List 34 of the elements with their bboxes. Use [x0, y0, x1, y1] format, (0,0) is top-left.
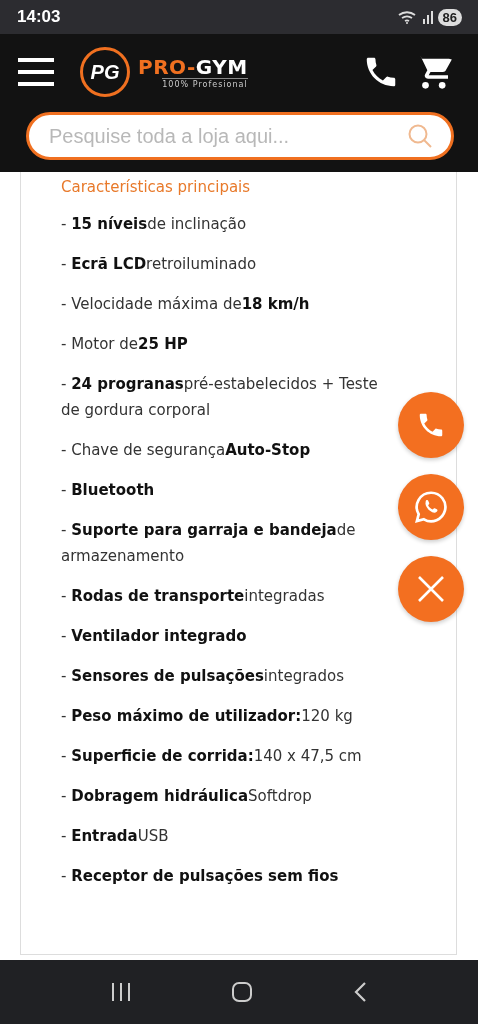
feature-item: - Velocidade máxima de18 km/h — [61, 294, 310, 315]
feature-item: - Superficie de corrida:140 x 47,5 cm — [61, 746, 362, 767]
search-field[interactable]: Pesquise toda a loja aqui... — [26, 112, 454, 160]
close-icon — [416, 574, 446, 604]
signal-icon — [421, 10, 434, 24]
feature-item: - 24 progranaspré-estabelecidos + Teste de gordura corporal — [61, 374, 379, 421]
feature-item: - Bluetooth — [61, 480, 155, 501]
wifi-icon — [397, 10, 418, 24]
logo-emblem[interactable]: PG — [80, 47, 130, 97]
call-button[interactable] — [398, 392, 464, 458]
back-icon[interactable] — [352, 981, 369, 1003]
home-icon[interactable] — [231, 981, 253, 1003]
battery-level: 86 — [437, 8, 462, 26]
feature-item: - Sensores de pulsaçõesintegrados — [61, 666, 345, 687]
brand-tagline: 100% Profesional — [162, 77, 248, 89]
feature-item: - Peso máximo de utilizador:120 kg — [61, 706, 353, 727]
feature-item: - EntradaUSB — [61, 826, 169, 847]
feature-item: - Rodas de transporteintegradas — [61, 586, 325, 607]
chat-bubble-icon — [413, 489, 449, 525]
chat-button[interactable] — [398, 474, 464, 540]
feature-item: - Motor de25 HP — [61, 334, 188, 355]
feature-item: - Dobragem hidráulicaSoftdrop — [61, 786, 312, 807]
brand-name: PRO-GYM — [138, 55, 248, 78]
feature-item: - Ecrã LCDretroiluminado — [61, 254, 257, 275]
feature-item: - 15 níveisde inclinação — [61, 214, 247, 235]
recents-icon[interactable] — [109, 982, 132, 1002]
feature-item: - Ventilador integrado — [61, 626, 247, 647]
feature-item: - Chave de segurançaAuto-Stop — [61, 440, 311, 461]
menu-icon[interactable] — [18, 57, 54, 87]
feature-item: - Suporte para garraja e bandejade armazenamento — [61, 520, 357, 567]
feature-item: - Receptor de pulsações sem fios — [61, 866, 339, 887]
close-button[interactable] — [398, 556, 464, 622]
status-time: 14:03 — [17, 7, 61, 27]
section-title: Características principais — [61, 178, 252, 196]
